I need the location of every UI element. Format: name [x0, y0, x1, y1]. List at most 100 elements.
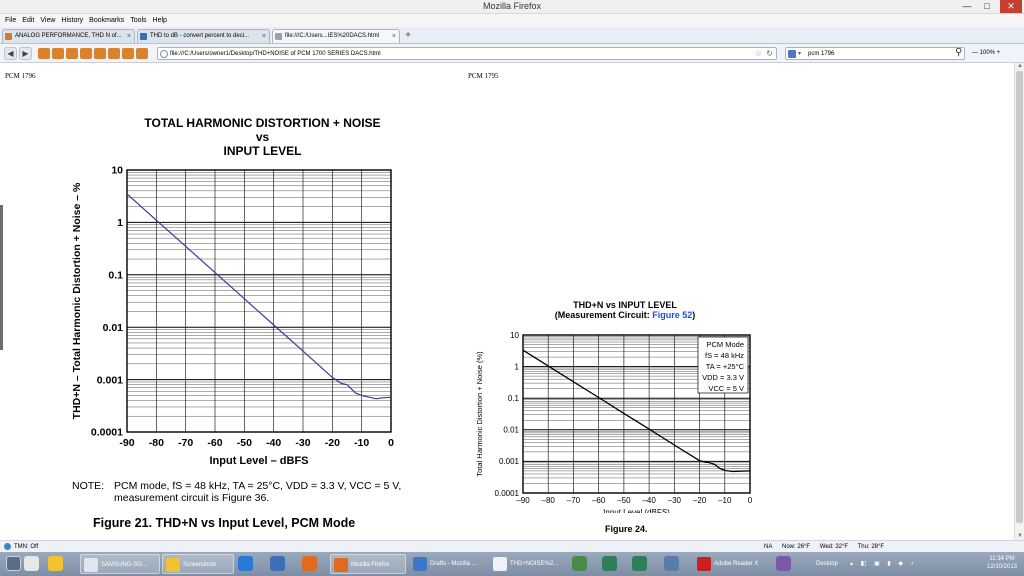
- back-button[interactable]: ◀: [4, 47, 17, 60]
- title-bar: Mozilla Firefox — □ ✕: [0, 0, 1024, 14]
- bookmark-icon[interactable]: [122, 48, 134, 59]
- search-engine-icon[interactable]: [788, 50, 796, 58]
- right-chart-title-line1: THD+N vs INPUT LEVEL: [573, 300, 677, 310]
- right-chart-caption: Figure 24.: [605, 524, 648, 534]
- url-bar[interactable]: file:///C:/Users/owner1/Desktop/THD+NOIS…: [157, 47, 777, 60]
- left-chart-caption: Figure 21. THD+N vs Input Level, PCM Mod…: [93, 516, 356, 530]
- taskbar-label: SAMSUNG-SG...: [101, 562, 148, 568]
- taskbar-screenshots[interactable]: Screenshots: [162, 554, 234, 574]
- close-button[interactable]: ✕: [1000, 0, 1022, 13]
- figure-52-link[interactable]: Figure 52: [652, 310, 692, 320]
- legend-entry: VDD = 3.3 V: [702, 373, 744, 382]
- file-explorer-icon[interactable]: [24, 556, 39, 571]
- reload-icon[interactable]: ↻: [766, 48, 773, 59]
- app-icon[interactable]: [776, 556, 791, 571]
- window-title: Mozilla Firefox: [482, 1, 541, 11]
- x-tick-label: –70: [567, 496, 581, 505]
- taskbar-thd-noise[interactable]: THD+NOISE%2...: [490, 554, 568, 574]
- maximize-button[interactable]: □: [978, 0, 996, 13]
- taskbar-samsung[interactable]: SAMSUNG-SG...: [80, 554, 160, 574]
- page-favicon-icon: [275, 33, 282, 40]
- y-tick-label: 1: [515, 362, 520, 371]
- bookmark-icon[interactable]: [80, 48, 92, 59]
- navigation-toolbar: ◀ ▶ file:///C:/Users/owner1/Desktop/THD+…: [0, 44, 1024, 63]
- search-icon[interactable]: ⚲: [955, 47, 962, 58]
- internet-explorer-icon[interactable]: [238, 556, 253, 571]
- weather-wed[interactable]: Wed: 32°F: [820, 544, 848, 550]
- right-chart-title-line2: (Measurement Circuit: Figure 52): [500, 310, 750, 320]
- taskbar-drafts[interactable]: Drafts - Mozilla ...: [410, 554, 488, 574]
- menu-help[interactable]: Help: [152, 14, 172, 27]
- legend-entry: VCC = 5 V: [708, 384, 744, 393]
- folder-icon[interactable]: [48, 556, 63, 571]
- scroll-up-icon[interactable]: ▲: [1015, 63, 1024, 70]
- y-tick-label: 0.001: [97, 374, 123, 386]
- menu-view[interactable]: View: [39, 14, 60, 27]
- taskbar-firefox[interactable]: Mozilla Firefox: [330, 554, 406, 574]
- app-icon[interactable]: [602, 556, 617, 571]
- app-icon[interactable]: [664, 556, 679, 571]
- weather-na: NA: [764, 544, 773, 550]
- page-header-left: PCM 1796: [5, 72, 36, 80]
- note-label: NOTE:: [72, 480, 105, 492]
- chevron-down-icon[interactable]: ▾: [798, 48, 801, 60]
- weather-thu[interactable]: Thu: 28°F: [858, 544, 884, 550]
- zoom-level[interactable]: — 100% +: [972, 48, 1000, 58]
- app-icon[interactable]: [572, 556, 587, 571]
- app-icon[interactable]: [632, 556, 647, 571]
- x-tick-label: -90: [119, 437, 134, 449]
- x-tick-label: –50: [617, 496, 631, 505]
- weather-now[interactable]: Now: 26°F: [782, 544, 810, 550]
- x-tick-label: -60: [207, 437, 222, 449]
- forward-button[interactable]: ▶: [19, 47, 32, 60]
- menu-history[interactable]: History: [60, 14, 88, 27]
- menu-edit[interactable]: Edit: [21, 14, 39, 27]
- x-tick-label: -70: [178, 437, 193, 449]
- bookmark-icon[interactable]: [52, 48, 64, 59]
- tab-label: file:///C:/Users...IES%20DACS.html: [285, 33, 380, 39]
- search-input[interactable]: ▾ pcm 1796: [785, 47, 965, 60]
- document-icon: [493, 557, 507, 571]
- plot-area: [127, 170, 391, 432]
- x-tick-label: 0: [388, 437, 394, 449]
- y-axis-label: THD+N – Total Harmonic Distortion + Nois…: [71, 182, 83, 419]
- title-prefix: (Measurement Circuit:: [554, 310, 653, 320]
- legend-entry: TA = +25°C: [706, 362, 745, 371]
- tab-close-icon[interactable]: ×: [392, 30, 396, 43]
- new-tab-button[interactable]: +: [402, 30, 414, 42]
- bookmark-icon[interactable]: [108, 48, 120, 59]
- tab-close-icon[interactable]: ×: [262, 30, 266, 43]
- menu-tools[interactable]: Tools: [129, 14, 151, 27]
- tab-analog-performance[interactable]: ANALOG PERFORMANCE, THD N of... ×: [2, 29, 135, 43]
- left-chart: -90 -80 -70 -60 -50 -40 -30 -20 -10 0 0.0001 0.001 0…: [71, 165, 394, 467]
- x-tick-label: -80: [149, 437, 164, 449]
- bookmark-star-icon[interactable]: ☆: [755, 48, 762, 59]
- bookmark-icon[interactable]: [66, 48, 78, 59]
- x-axis-label: Input Level – dBFS: [209, 455, 308, 467]
- scrollbar-thumb[interactable]: [1016, 71, 1023, 523]
- tab-thd-to-db[interactable]: THD to dB - convert percent to deci... ×: [137, 29, 270, 43]
- desktop-toolbar[interactable]: Desktop: [816, 552, 838, 576]
- tab-close-icon[interactable]: ×: [127, 30, 131, 43]
- tmn-icon[interactable]: [4, 543, 11, 550]
- menu-bookmarks[interactable]: Bookmarks: [88, 14, 129, 27]
- word-icon[interactable]: [270, 556, 285, 571]
- taskbar-adobe-reader[interactable]: Adobe Reader X: [694, 554, 770, 574]
- minimize-button[interactable]: —: [958, 0, 976, 13]
- right-chart-title: THD+N vs INPUT LEVEL (Measurement Circui…: [500, 300, 750, 320]
- firefox-icon[interactable]: [302, 556, 317, 571]
- bookmark-icon[interactable]: [94, 48, 106, 59]
- bookmark-icon[interactable]: [136, 48, 148, 59]
- bookmark-icon[interactable]: [38, 48, 50, 59]
- y-tick-label: 0.0001: [91, 427, 123, 439]
- scroll-down-icon[interactable]: ▼: [1015, 533, 1024, 540]
- x-tick-label: 0: [748, 496, 753, 505]
- show-windows-icon[interactable]: [6, 556, 21, 571]
- y-tick-label: 0.001: [499, 457, 520, 466]
- tray-icons[interactable]: ▴ ◧ ▣ ▮ ◆ ♪: [850, 552, 917, 576]
- menu-file[interactable]: File: [4, 14, 21, 27]
- clock[interactable]: 11:34 PM 12/10/2013: [980, 555, 1024, 571]
- tmn-status[interactable]: TMN: Off: [14, 542, 38, 552]
- vertical-scrollbar[interactable]: ▲ ▼: [1014, 63, 1024, 540]
- tab-thd-noise-file[interactable]: file:///C:/Users...IES%20DACS.html ×: [272, 29, 400, 43]
